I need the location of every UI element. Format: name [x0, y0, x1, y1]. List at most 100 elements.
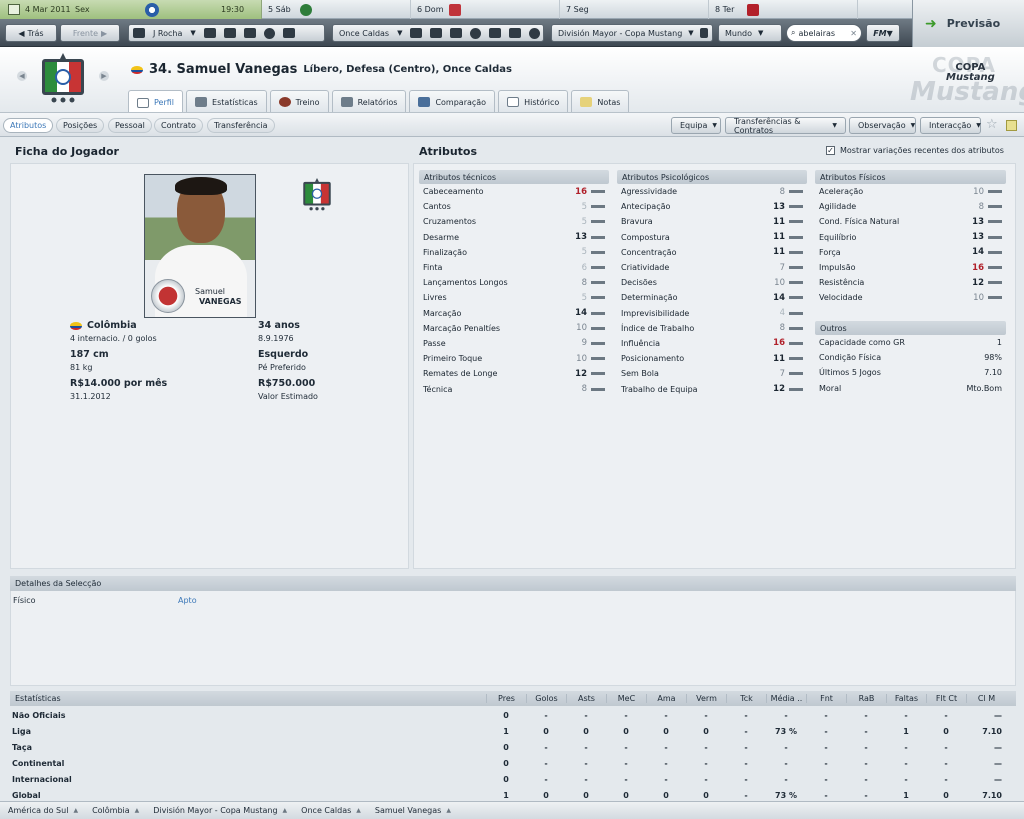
calendar-today[interactable]: 4 Mar 2011 Sex 19:30	[0, 0, 262, 19]
stats-column-header[interactable]: Golos	[526, 694, 566, 703]
trend-dash-icon	[988, 281, 1002, 285]
subtab-contract[interactable]: Contrato	[154, 118, 203, 133]
forward-button[interactable]: Frente ▶	[60, 24, 120, 42]
calendar-day[interactable]: 7 Seg	[560, 0, 709, 19]
briefcase-icon[interactable]	[243, 28, 256, 38]
breadcrumb-arrow-icon[interactable]: ▲	[73, 807, 78, 814]
squad-icon[interactable]	[410, 28, 423, 38]
dropdown-label: Observação	[858, 121, 906, 130]
tab-training[interactable]: Treino	[269, 90, 329, 112]
tab-comparison[interactable]: Comparação	[409, 90, 496, 112]
breadcrumb-item[interactable]: Once Caldas ▲	[301, 806, 375, 815]
inbox-icon[interactable]	[203, 28, 216, 38]
tab-notes[interactable]: Notas	[571, 90, 630, 112]
search-input[interactable]: ⌕ abelairas ✕	[786, 24, 862, 42]
calendar-day[interactable]: 5 Sáb	[262, 0, 411, 19]
dropdown-label: Transferências & Contratos	[734, 116, 801, 135]
stats-cell: 1	[903, 790, 909, 800]
stats-column-header[interactable]: Tck	[726, 694, 766, 703]
stats-column-header[interactable]: RaB	[846, 694, 886, 703]
search-value: abelairas	[798, 28, 836, 38]
clear-search-icon[interactable]: ✕	[850, 29, 857, 38]
continue-button[interactable]: ➜ Previsão	[912, 0, 1024, 47]
squad-dropdown[interactable]: Equipa ▼	[671, 117, 721, 134]
scouting-dropdown[interactable]: Observação ▼	[849, 117, 916, 134]
chevron-down-icon[interactable]: ▼	[397, 29, 402, 37]
tab-history[interactable]: Histórico	[498, 90, 569, 112]
selection-fitness-value[interactable]: Apto	[178, 596, 197, 605]
breadcrumb-label: América do Sul	[8, 806, 69, 815]
player-title: 34. Samuel Vanegas Líbero, Defesa (Centr…	[131, 62, 512, 77]
breadcrumb-item[interactable]: Colômbia ▲	[92, 806, 153, 815]
chevron-down-icon[interactable]: ▼	[190, 29, 195, 37]
tactics-icon[interactable]	[430, 28, 443, 38]
club-crest-small[interactable]	[300, 178, 334, 212]
stats-column-header[interactable]: Pres	[486, 694, 526, 703]
ear-icon[interactable]	[699, 28, 708, 38]
profile-icon[interactable]	[263, 27, 275, 39]
tab-reports[interactable]: Relatórios	[331, 90, 407, 112]
stats-column-header[interactable]: Flt Ct	[926, 694, 966, 703]
stats-column-header[interactable]: MeC	[606, 694, 646, 703]
attribute-row: Desarme 13	[419, 230, 609, 245]
stats-row: Não Oficiais 0 - - - - - - - - - - - —	[10, 707, 1016, 723]
world-menu[interactable]: Mundo ▼	[718, 24, 782, 42]
subtab-personal[interactable]: Pessoal	[108, 118, 152, 133]
breadcrumb-arrow-icon[interactable]: ▲	[135, 807, 140, 814]
stats-column-header[interactable]: Média ..	[766, 694, 806, 703]
manager-menu[interactable]: J Rocha	[153, 29, 182, 38]
club-crest-large[interactable]	[38, 53, 88, 105]
attribute-row: Passe 9	[419, 336, 609, 351]
subtab-transfer[interactable]: Transferência	[207, 118, 275, 133]
calendar-icon[interactable]	[8, 4, 20, 15]
breadcrumb-arrow-icon[interactable]: ▲	[446, 807, 451, 814]
previous-player-icon[interactable]: ◀	[17, 71, 27, 81]
stats-cell: -	[864, 742, 868, 752]
stats-cell: 0	[583, 790, 589, 800]
breadcrumb-item[interactable]: Samuel Vanegas ▲	[375, 806, 465, 815]
next-player-icon[interactable]: ▶	[99, 71, 109, 81]
competition-menu[interactable]: División Mayor - Copa Mustang ▼	[551, 24, 713, 42]
stats-column-header[interactable]: Fnt	[806, 694, 846, 703]
scouting-icon[interactable]	[489, 28, 502, 38]
tab-statistics[interactable]: Estatísticas	[186, 90, 267, 112]
club-menu[interactable]: Once Caldas	[339, 29, 389, 38]
stats-column-header[interactable]: Cl M	[966, 694, 1006, 703]
interaction-dropdown[interactable]: Interacção ▼	[920, 117, 981, 134]
breadcrumb-item[interactable]: América do Sul ▲	[8, 806, 92, 815]
transfers-icon[interactable]	[509, 28, 522, 38]
staff-icon[interactable]	[450, 28, 463, 38]
transfers-contracts-dropdown[interactable]: Transferências & Contratos ▼	[725, 116, 846, 135]
stats-column-header[interactable]: Ama	[646, 694, 686, 703]
nationality[interactable]: Colômbia	[70, 320, 137, 331]
training-icon[interactable]	[470, 27, 482, 39]
tab-profile[interactable]: Perfil	[128, 90, 184, 112]
calendar-day[interactable]: 6 Dom	[411, 0, 560, 19]
technical-attributes-header: Atributos técnicos	[419, 170, 609, 184]
add-note-icon[interactable]	[1006, 120, 1017, 131]
stats-column-header[interactable]: Asts	[566, 694, 606, 703]
breadcrumb-item[interactable]: División Mayor - Copa Mustang ▲	[153, 806, 301, 815]
fm-menu-button[interactable]: FM ▼	[866, 24, 900, 42]
subtab-positions[interactable]: Posições	[56, 118, 105, 133]
shortlist-star-icon[interactable]: ☆	[986, 117, 998, 132]
stats-column-header[interactable]: Verm	[686, 694, 726, 703]
finances-icon[interactable]	[529, 27, 541, 39]
attribute-name: Índice de Trabalho	[621, 323, 695, 333]
attribute-row: Remates de Longe 12	[419, 366, 609, 381]
calendar-day[interactable]: 8 Ter	[709, 0, 858, 19]
forward-label: Frente	[72, 28, 99, 38]
trend-dash-icon	[789, 387, 803, 391]
phone-icon[interactable]	[282, 28, 295, 38]
stats-column-header[interactable]: Faltas	[886, 694, 926, 703]
back-button[interactable]: ◀ Trás	[5, 24, 57, 42]
attribute-name: Posicionamento	[621, 354, 685, 364]
home-icon[interactable]	[133, 28, 145, 38]
breadcrumb-arrow-icon[interactable]: ▲	[283, 807, 288, 814]
stats-cell: -	[824, 742, 828, 752]
selection-panel	[10, 576, 1016, 686]
show-changes-checkbox[interactable]: ✓	[826, 146, 835, 155]
breadcrumb-arrow-icon[interactable]: ▲	[356, 807, 361, 814]
calendar-grid-icon[interactable]	[223, 28, 236, 38]
subtab-attributes[interactable]: Atributos	[3, 118, 54, 133]
